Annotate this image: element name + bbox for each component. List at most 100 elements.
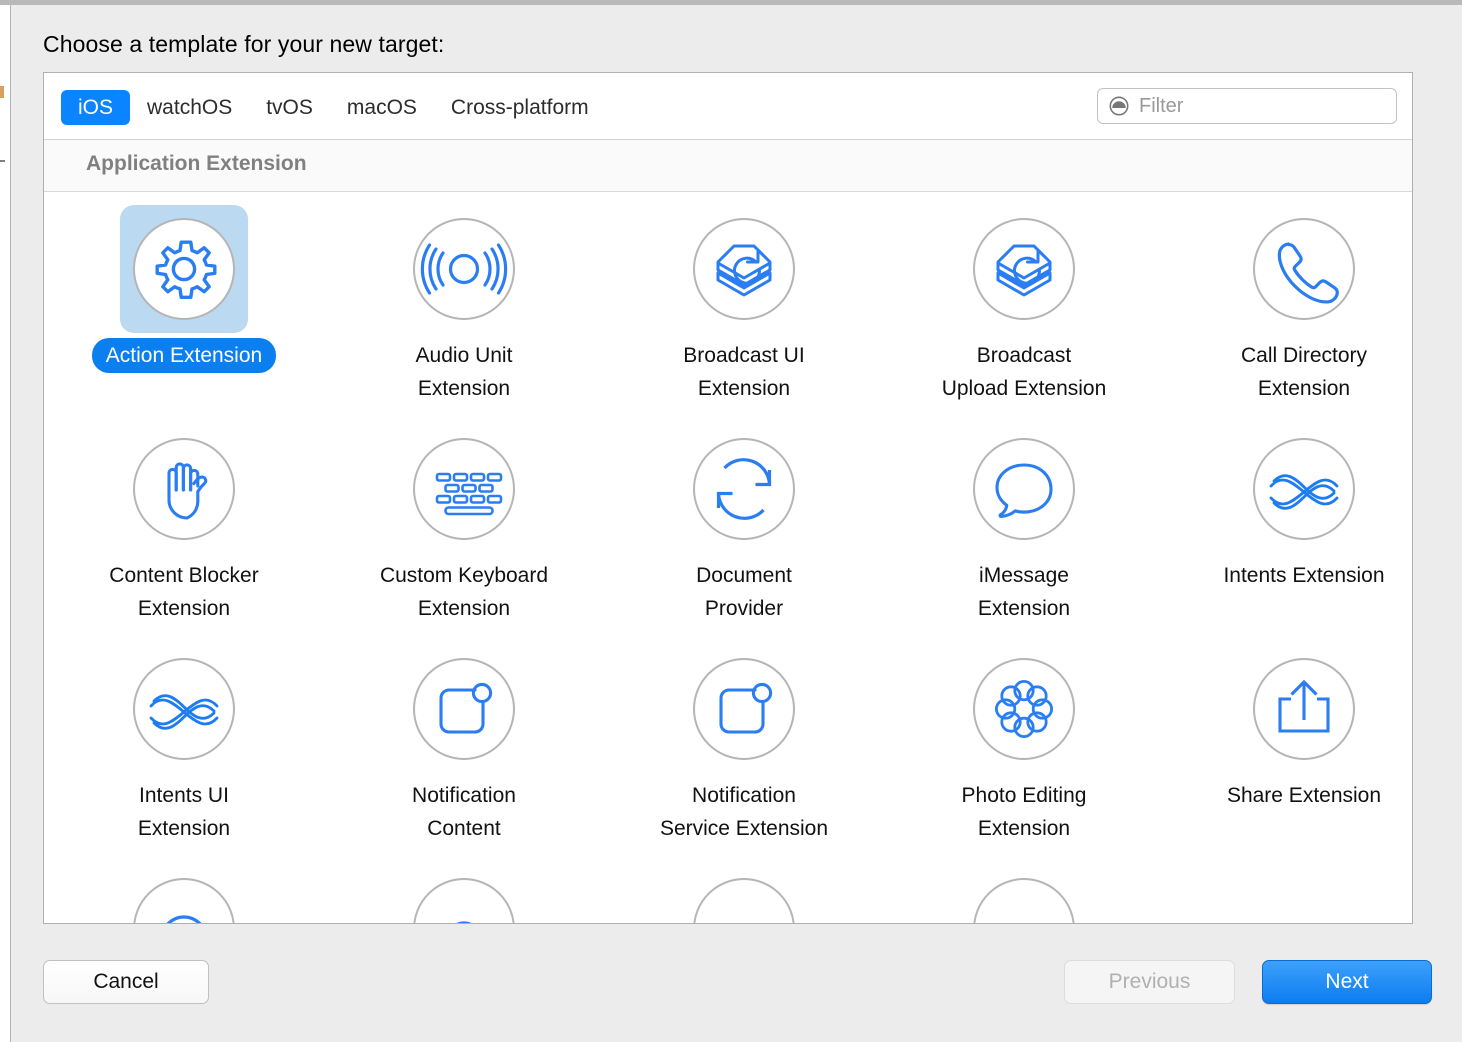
siri-waves-icon — [132, 657, 236, 761]
template-label: Call Directory Extension — [1227, 338, 1381, 406]
icon-holder — [120, 645, 248, 773]
hand-icon — [132, 437, 236, 541]
template-label: Notification Content — [398, 778, 530, 846]
template-label: Photo Editing Extension — [948, 778, 1101, 846]
template-item-document-provider[interactable]: Document Provider — [604, 413, 884, 633]
filter-icon — [1108, 95, 1130, 117]
template-item-broadcast-ui-extension[interactable]: Broadcast UI Extension — [604, 193, 884, 413]
icon-holder — [1240, 645, 1368, 773]
section-header-label: Application Extension — [86, 152, 307, 176]
layers-refresh-icon — [692, 217, 796, 321]
badge-square-icon — [412, 657, 516, 761]
tab-cross-platform[interactable]: Cross-platform — [434, 90, 606, 125]
tab-ios[interactable]: iOS — [61, 90, 130, 125]
template-item-imessage-extension[interactable]: iMessage Extension — [884, 413, 1164, 633]
icon-holder — [680, 425, 808, 553]
layers-refresh-icon — [972, 217, 1076, 321]
tab-watchos[interactable]: watchOS — [130, 90, 249, 125]
icon-holder — [960, 645, 1088, 773]
gear-icon — [132, 217, 236, 321]
template-row-partial: 17 — [44, 853, 1413, 924]
today-17-icon: 17 — [972, 877, 1076, 924]
icon-holder — [960, 205, 1088, 333]
template-label: Broadcast Upload Extension — [928, 338, 1121, 406]
template-browser-panel: iOS watchOS tvOS macOS Cross-platform Fi… — [43, 72, 1413, 924]
audio-waves-icon — [412, 217, 516, 321]
phone-icon — [1252, 217, 1356, 321]
template-item-audio-unit-extension[interactable]: Audio Unit Extension — [324, 193, 604, 413]
previous-button[interactable]: Previous — [1064, 960, 1235, 1004]
icon-holder — [1240, 425, 1368, 553]
template-label: iMessage Extension — [964, 558, 1084, 626]
template-label: Broadcast UI Extension — [669, 338, 818, 406]
platform-tab-list: iOS watchOS tvOS macOS Cross-platform — [61, 90, 606, 125]
icon-holder: 17 — [960, 865, 1088, 924]
template-item-intents-extension[interactable]: Intents Extension — [1164, 413, 1413, 633]
icon-holder — [680, 205, 808, 333]
icon-holder — [960, 425, 1088, 553]
tab-tvos[interactable]: tvOS — [249, 90, 330, 125]
icon-holder — [680, 645, 808, 773]
template-item-intents-ui-extension[interactable]: Intents UI Extension — [44, 633, 324, 853]
template-label: Custom Keyboard Extension — [366, 558, 562, 626]
template-label: Share Extension — [1213, 778, 1395, 813]
template-label: Intents Extension — [1209, 558, 1398, 593]
badge-square-icon — [692, 657, 796, 761]
dialog-window: Choose a template for your new target: i… — [0, 0, 1462, 1042]
next-button[interactable]: Next — [1262, 960, 1432, 1004]
template-item-empty — [1164, 853, 1413, 924]
page-title: Choose a template for your new target: — [43, 31, 444, 58]
template-row: Intents UI Extension — [44, 633, 1413, 853]
template-chooser-sheet: Choose a template for your new target: i… — [12, 5, 1462, 1042]
platform-tabbar: iOS watchOS tvOS macOS Cross-platform Fi… — [44, 73, 1413, 140]
icon-holder — [120, 865, 248, 924]
cancel-button[interactable]: Cancel — [43, 960, 209, 1004]
template-item-content-blocker-extension[interactable]: Content Blocker Extension — [44, 413, 324, 633]
icon-holder — [400, 205, 528, 333]
template-item-notification-service-extension[interactable]: Notification Service Extension — [604, 633, 884, 853]
template-label: Audio Unit Extension — [402, 338, 527, 406]
template-item-call-directory-extension[interactable]: Call Directory Extension — [1164, 193, 1413, 413]
template-item-sticker-pack[interactable] — [44, 853, 324, 924]
template-item-photo-editing-extension[interactable]: Photo Editing Extension — [884, 633, 1164, 853]
speech-bubble-icon — [972, 437, 1076, 541]
icon-holder — [680, 865, 808, 924]
siri-waves-icon — [1252, 437, 1356, 541]
section-header: Application Extension — [44, 140, 1413, 192]
template-item-broadcast-upload-extension[interactable]: Broadcast Upload Extension — [884, 193, 1164, 413]
template-label: Notification Service Extension — [646, 778, 842, 846]
flower-aperture-icon — [972, 657, 1076, 761]
keyboard-icon — [412, 437, 516, 541]
template-label: Document Provider — [682, 558, 806, 626]
icon-holder — [120, 425, 248, 553]
arc-icon — [412, 877, 516, 924]
template-item-notification-content[interactable]: Notification Content — [324, 633, 604, 853]
icon-holder — [400, 645, 528, 773]
template-item-action-extension[interactable]: Action Extension — [44, 193, 324, 413]
template-item-share-extension[interactable]: Share Extension — [1164, 633, 1413, 853]
template-item-split-view[interactable] — [604, 853, 884, 924]
split-view-icon — [692, 877, 796, 924]
dialog-button-bar: Cancel Previous Next — [12, 944, 1462, 1042]
template-label: Intents UI Extension — [124, 778, 244, 846]
template-item-custom-keyboard-extension[interactable]: Custom Keyboard Extension — [324, 413, 604, 633]
template-item-arc[interactable] — [324, 853, 604, 924]
icon-holder — [400, 865, 528, 924]
filter-input[interactable]: Filter — [1097, 88, 1397, 124]
template-label: Content Blocker Extension — [95, 558, 272, 626]
editor-marker — [0, 86, 4, 98]
sticker-icon — [132, 877, 236, 924]
icon-holder — [120, 205, 248, 333]
template-grid[interactable]: Action Extension — [44, 193, 1413, 924]
template-label: Action Extension — [92, 338, 276, 373]
filter-placeholder: Filter — [1139, 95, 1183, 118]
editor-marker-secondary — [0, 160, 5, 162]
share-icon — [1252, 657, 1356, 761]
template-item-today-extension[interactable]: 17 — [884, 853, 1164, 924]
sync-arrows-icon — [692, 437, 796, 541]
tab-macos[interactable]: macOS — [330, 90, 434, 125]
template-row: Content Blocker Extension — [44, 413, 1413, 633]
icon-holder — [400, 425, 528, 553]
icon-holder — [1240, 205, 1368, 333]
template-row: Action Extension — [44, 193, 1413, 413]
